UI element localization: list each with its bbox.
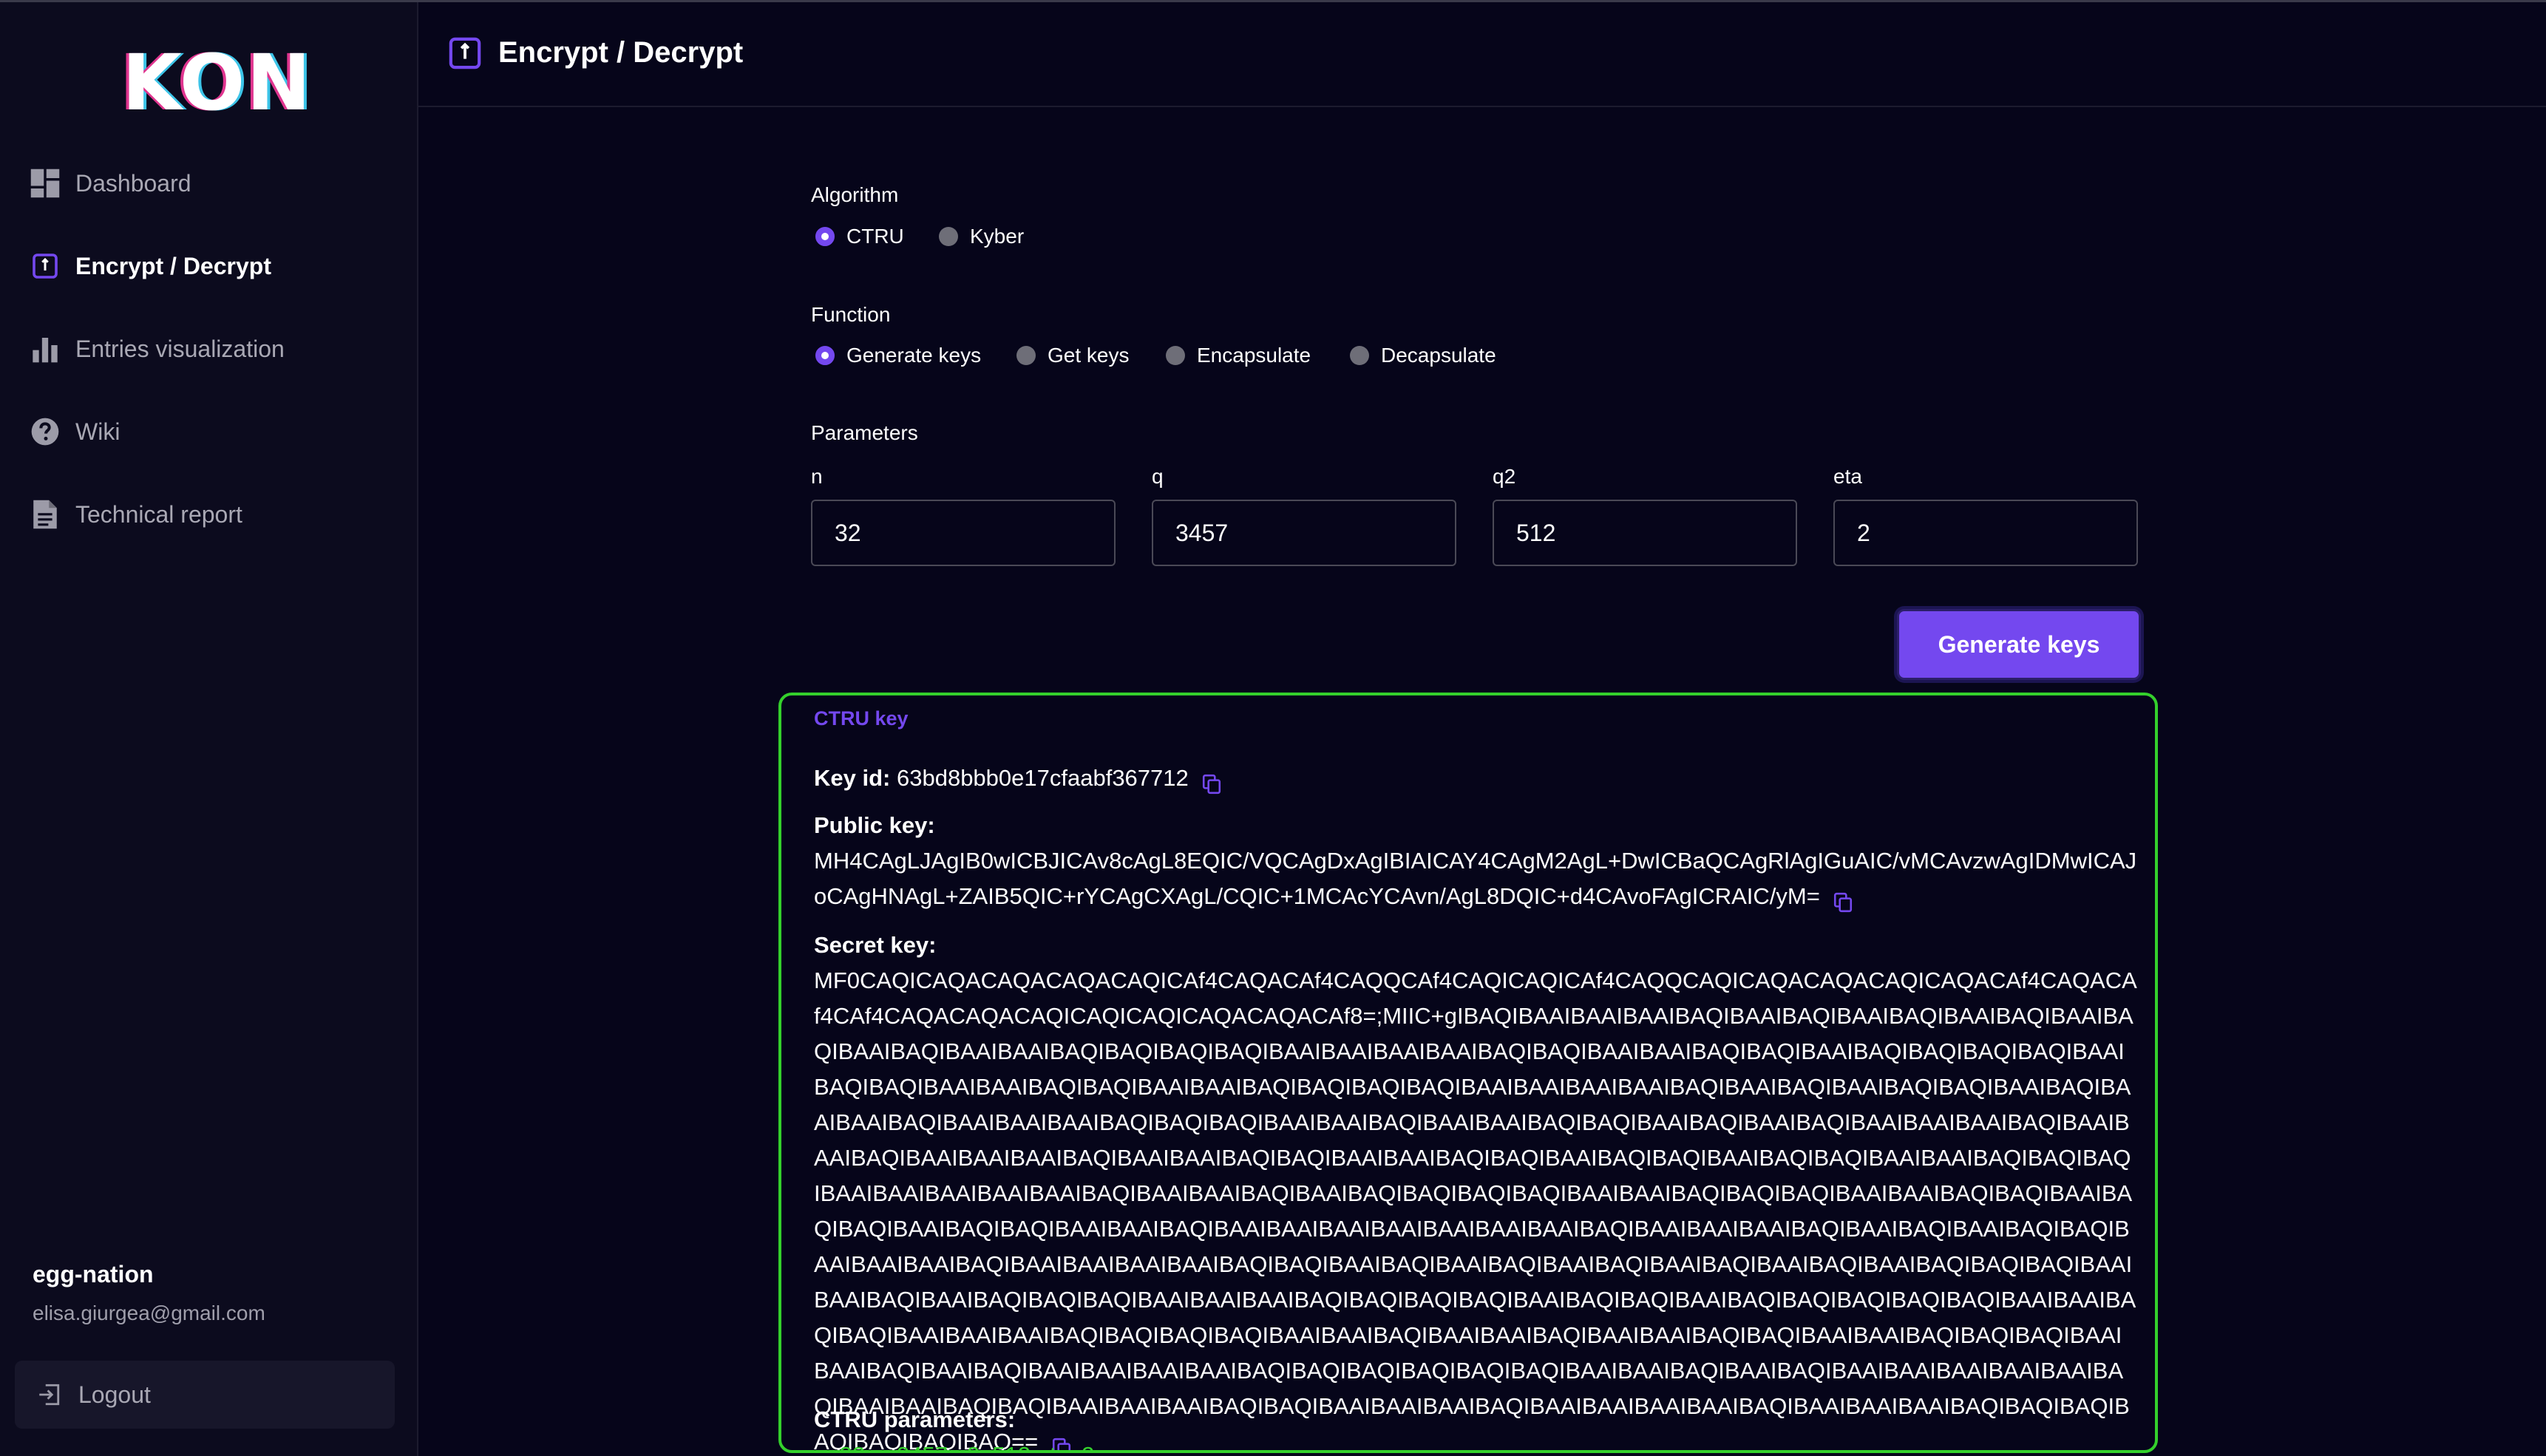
param-q-input[interactable] <box>1152 500 1456 566</box>
key-panel-title: CTRU key <box>814 707 909 729</box>
sidebar-item-label: Dashboard <box>75 169 191 197</box>
sidebar-item-dashboard[interactable]: Dashboard <box>30 168 191 199</box>
radio-label: Decapsulate <box>1381 344 1496 367</box>
ctru-params-label: CTRU parameters: <box>814 1406 1016 1432</box>
radio-label: Get keys <box>1048 344 1130 367</box>
radio-unselected-icon <box>1350 346 1369 365</box>
key-id-value: 63bd8bbb0e17cfaabf367712 <box>896 765 1189 791</box>
function-radio-generate-keys[interactable]: Generate keys <box>815 344 981 367</box>
public-key-label-row: Public key: <box>814 808 2137 843</box>
radio-label: Generate keys <box>846 344 982 367</box>
radio-label: Kyber <box>970 225 1025 248</box>
param-q-label: q <box>1152 465 1164 488</box>
param-q2-label: q2 <box>1493 465 1516 488</box>
key-id-label: Key id: <box>814 765 891 791</box>
bar-chart-icon <box>30 333 61 364</box>
sidebar-item-label: Wiki <box>75 418 120 445</box>
user-name: egg-nation <box>33 1261 154 1287</box>
ctru-params-values: n: 32 q: 3457 q2: 512 eta: 2 <box>814 1442 1094 1450</box>
page-header: Encrypt / Decrypt <box>418 2 2546 107</box>
function-label: Function <box>811 303 891 326</box>
secret-key-label-row: Secret key: <box>814 928 2137 963</box>
public-key-row: MH4CAgLJAgIB0wICBJICAv8cAgL8EQIC/VQCAgDx… <box>814 843 2137 914</box>
radio-unselected-icon <box>939 227 958 246</box>
copy-icon[interactable] <box>1202 769 1221 794</box>
function-radio-decapsulate[interactable]: Decapsulate <box>1350 344 1496 367</box>
sidebar: KON Dashboard Encrypt / Decrypt Entries … <box>0 2 418 1456</box>
radio-unselected-icon <box>1016 346 1036 365</box>
sidebar-item-encrypt-decrypt[interactable]: Encrypt / Decrypt <box>30 251 271 282</box>
algorithm-radio-kyber[interactable]: Kyber <box>939 225 1024 248</box>
logout-button[interactable]: Logout <box>15 1361 395 1429</box>
app-logo: KON <box>122 38 313 128</box>
help-icon <box>30 416 61 447</box>
algorithm-radio-ctru[interactable]: CTRU <box>815 225 904 248</box>
page-title: Encrypt / Decrypt <box>498 36 744 69</box>
radio-label: Encapsulate <box>1197 344 1311 367</box>
secret-key-label: Secret key: <box>814 932 937 958</box>
secret-key-value: MF0CAQICAQACAQACAQACAQICAf4CAQACAf4CAQQC… <box>814 967 2137 1453</box>
sidebar-item-label: Entries visualization <box>75 335 285 362</box>
param-eta-label: eta <box>1833 465 1862 488</box>
key-id-row: Key id: 63bd8bbb0e17cfaabf367712 <box>814 761 2137 796</box>
sidebar-item-label: Technical report <box>75 500 242 528</box>
lock-box-icon <box>30 251 61 282</box>
user-email: elisa.giurgea@gmail.com <box>33 1302 265 1324</box>
ctru-params-label-row: CTRU parameters: <box>814 1402 2137 1438</box>
public-key-label: Public key: <box>814 812 935 838</box>
document-icon <box>30 499 61 530</box>
sidebar-item-label: Encrypt / Decrypt <box>75 252 271 279</box>
param-n-input[interactable] <box>811 500 1116 566</box>
radio-selected-icon <box>815 227 835 246</box>
algorithm-label: Algorithm <box>811 183 899 206</box>
copy-icon[interactable] <box>1833 888 1853 912</box>
sidebar-item-technical-report[interactable]: Technical report <box>30 499 242 530</box>
public-key-value: MH4CAgLJAgIB0wICBJICAv8cAgL8EQIC/VQCAgDx… <box>814 848 2137 909</box>
sidebar-item-wiki[interactable]: Wiki <box>30 416 120 447</box>
secret-key-row: MF0CAQICAQACAQACAQACAQICAf4CAQACAf4CAQQC… <box>814 963 2137 1453</box>
dashboard-icon <box>30 168 61 199</box>
param-n-label: n <box>811 465 823 488</box>
logout-label: Logout <box>78 1381 151 1408</box>
logout-icon <box>34 1380 64 1409</box>
key-result-panel: CTRU key Key id: 63bd8bbb0e17cfaabf36771… <box>778 693 2158 1453</box>
generate-keys-button[interactable]: Generate keys <box>1897 609 2141 680</box>
lock-box-icon <box>448 36 482 70</box>
param-q2-input[interactable] <box>1493 500 1797 566</box>
function-radio-get-keys[interactable]: Get keys <box>1016 344 1129 367</box>
radio-selected-icon <box>815 346 835 365</box>
function-radio-encapsulate[interactable]: Encapsulate <box>1166 344 1311 367</box>
parameters-label: Parameters <box>811 421 918 444</box>
radio-unselected-icon <box>1166 346 1185 365</box>
param-eta-input[interactable] <box>1833 500 2138 566</box>
sidebar-item-entries-visualization[interactable]: Entries visualization <box>30 333 285 364</box>
radio-label: CTRU <box>846 225 904 248</box>
